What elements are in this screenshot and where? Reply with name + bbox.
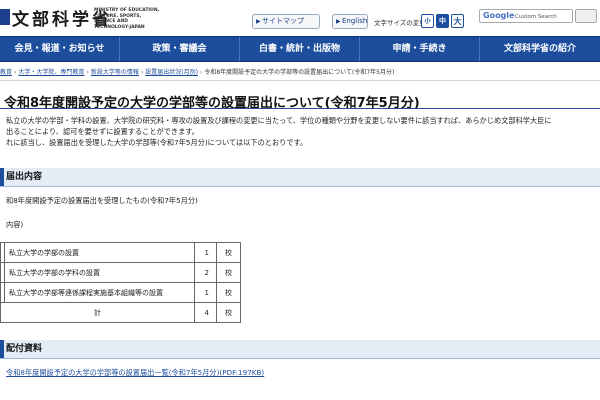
intro-line-2: 出ることにより、認可を要せずに設置することができます。 xyxy=(6,127,199,136)
logo-english-text: MINISTRY OF EDUCATION, CULTURE, SPORTS, … xyxy=(94,8,160,30)
nav-item-press[interactable]: 会見・報道・お知らせ xyxy=(0,37,120,61)
breakdown-label: 内容) xyxy=(6,220,24,229)
table-cell-total-unit: 校 xyxy=(216,302,241,323)
table-cell-unit: 校 xyxy=(216,242,241,263)
table-cell-label: 私立大学の学部の学科の設置 xyxy=(4,262,195,283)
table-cell-unit: 校 xyxy=(216,262,241,283)
table-row: 私立大学の学部等連係課程実施基本組織等の設置 1 校 xyxy=(0,282,241,303)
table-cell-label: 私立大学の学部の設置 xyxy=(4,242,195,263)
submission-table: 私立大学の学部の設置 1 校 私立大学の学部の学科の設置 2 校 私立大学の学部… xyxy=(0,242,241,323)
breadcrumb-link-universities[interactable]: 大学・大学院、専門教育 xyxy=(18,69,84,76)
table-cell-total-count: 4 xyxy=(194,302,217,323)
nav-item-policy[interactable]: 政策・審議会 xyxy=(120,37,240,61)
pdf-download-link[interactable]: 令和8年度開設予定の大学の学部等の設置届出一覧(令和7年5月分)(PDF:197… xyxy=(6,368,264,378)
breadcrumb-link-new-universities[interactable]: 新設大学等の情報 xyxy=(91,69,139,76)
nav-item-about[interactable]: 文部科学省の紹介 xyxy=(480,37,600,61)
intro-line-3: れに該当し、設置届出を受理した大学の学部等(令和7年5月分)については以下のとお… xyxy=(6,138,308,147)
font-size-medium-button[interactable]: 中 xyxy=(436,14,449,28)
sitemap-label: サイトマップ xyxy=(262,17,304,25)
table-row: 私立大学の学部の学科の設置 2 校 xyxy=(0,262,241,283)
site-header: 文部科学省 MINISTRY OF EDUCATION, CULTURE, SP… xyxy=(0,0,600,36)
table-cell-label: 私立大学の学部等連係課程実施基本組織等の設置 xyxy=(4,282,195,303)
breadcrumb-current: 令和8年度開設予定の大学の学部等の設置届出について(令和7年5月分) xyxy=(204,69,395,76)
table-cell-count: 2 xyxy=(194,262,217,283)
logo-mark xyxy=(0,9,10,25)
breadcrumb-divider xyxy=(0,80,600,81)
nav-item-publications[interactable]: 白書・統計・出版物 xyxy=(240,37,360,61)
title-divider xyxy=(0,108,600,109)
global-nav: 会見・報道・お知らせ 政策・審議会 白書・統計・出版物 申請・手続き 文部科学省… xyxy=(0,36,600,62)
font-size-label: 文字サイズの変更 xyxy=(374,19,426,27)
table-row: 私立大学の学部の設置 1 校 xyxy=(0,242,241,263)
nav-item-applications[interactable]: 申請・手続き xyxy=(360,37,480,61)
table-cell-count: 1 xyxy=(194,282,217,303)
section-heading-submission: 届出内容 xyxy=(0,168,600,186)
font-size-large-button[interactable]: 大 xyxy=(451,14,464,28)
section1-subtext: 和8年度開設予定の設置届出を受理したもの(令和7年5月分) xyxy=(6,196,198,205)
search-button[interactable] xyxy=(575,9,597,23)
section-divider xyxy=(0,186,600,187)
google-logo: Google xyxy=(483,11,515,20)
table-cell-unit: 校 xyxy=(216,282,241,303)
search-input[interactable]: Google Custom Search xyxy=(479,9,573,23)
section-divider xyxy=(0,358,600,359)
arrow-right-icon: ▶ xyxy=(336,18,341,25)
breadcrumb: 教育 › 大学・大学院、専門教育 › 新設大学等の情報 › 設置届出状況(月別) › 令和8年度… xyxy=(0,69,395,76)
english-label: English xyxy=(342,17,368,25)
search-placeholder: Custom Search xyxy=(515,14,557,20)
table-cell-total-label: 計 xyxy=(0,302,195,323)
table-cell-count: 1 xyxy=(194,242,217,263)
section-heading-materials: 配付資料 xyxy=(0,340,600,358)
english-button[interactable]: ▶ English xyxy=(332,14,368,29)
intro-line-1: 私立の大学の学部・学科の設置、大学院の研究科・専攻の設置及び課程の変更に当たって… xyxy=(6,116,552,125)
breadcrumb-link-education[interactable]: 教育 xyxy=(0,69,12,76)
arrow-right-icon: ▶ xyxy=(256,18,261,25)
sitemap-button[interactable]: ▶ サイトマップ xyxy=(252,14,320,29)
font-size-small-button[interactable]: 小 xyxy=(421,14,434,28)
table-row-total: 計 4 校 xyxy=(0,302,241,323)
breadcrumb-link-monthly[interactable]: 設置届出状況(月別) xyxy=(145,69,198,76)
